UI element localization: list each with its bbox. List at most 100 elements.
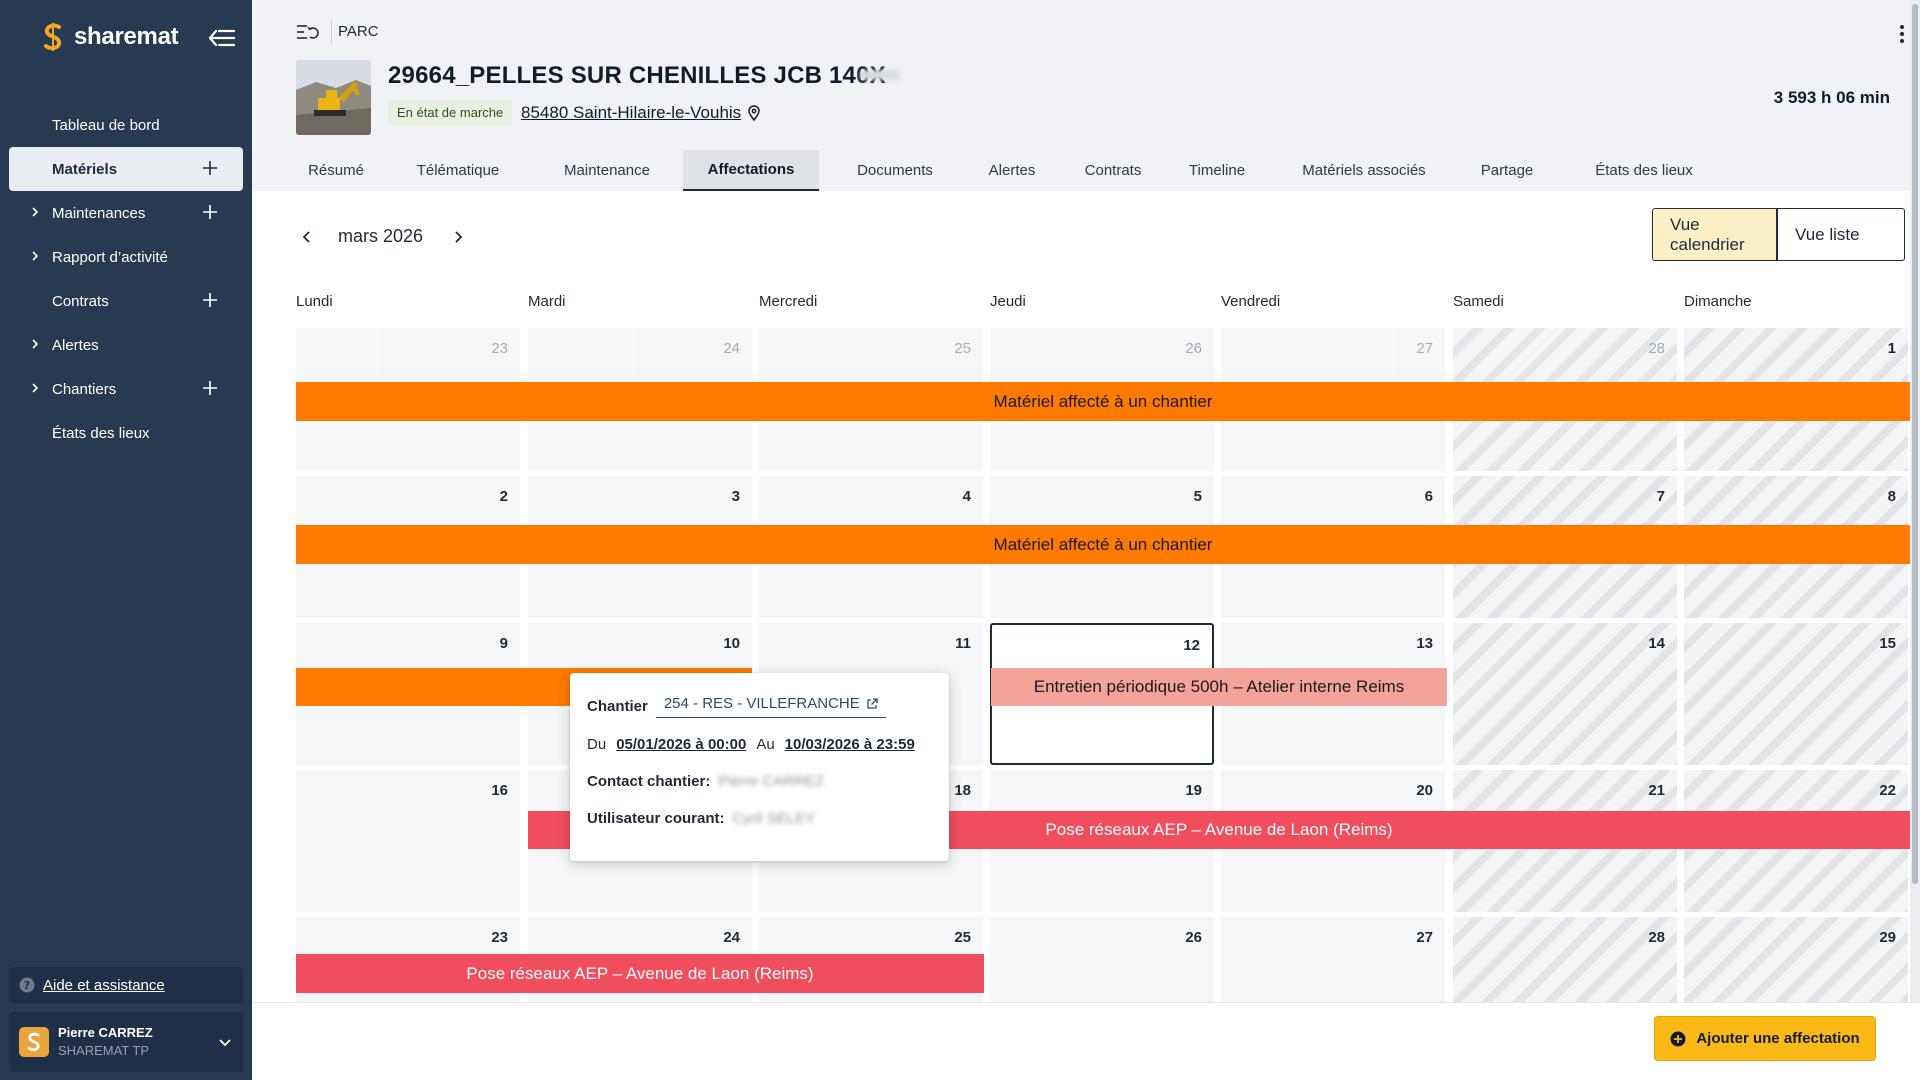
sidebar-item-label: Tableau de bord: [52, 116, 160, 134]
day-number: 20: [1416, 782, 1433, 799]
page-header: PARC 29664_PELLES SUR CHENILLES JCB 140X…: [252, 0, 1920, 191]
weekday-label: Vendredi: [1221, 293, 1281, 310]
chevron-right-icon: [32, 251, 39, 261]
popover-user-row: Utilisateur courant: Cyril SELEY: [587, 810, 815, 827]
next-month-icon[interactable]: [448, 227, 468, 247]
location-link[interactable]: 85480 Saint-Hilaire-le-Vouhis: [521, 103, 761, 123]
day-cell[interactable]: 27: [1221, 917, 1445, 1002]
list-view-button[interactable]: Vue liste: [1778, 209, 1904, 260]
add-assignment-label: Ajouter une affectation: [1696, 1030, 1860, 1047]
tab-resume[interactable]: Résumé: [290, 150, 382, 191]
external-link-icon: [867, 697, 878, 709]
day-cell[interactable]: 14: [1453, 623, 1677, 765]
day-cell[interactable]: 28: [1453, 917, 1677, 1002]
sidebar-item-chantiers[interactable]: Chantiers: [0, 367, 252, 411]
calendar-view-button[interactable]: Vue calendrier: [1653, 209, 1778, 260]
map-pin-icon: [748, 105, 760, 121]
more-options-icon[interactable]: [1899, 24, 1905, 44]
tab-affectations[interactable]: Affectations: [683, 150, 819, 191]
day-number: 26: [1185, 929, 1202, 946]
day-number: 2: [499, 488, 508, 505]
tab-partage[interactable]: Partage: [1462, 150, 1552, 191]
user-menu[interactable]: Pierre CARREZ SHAREMAT TP: [9, 1012, 243, 1072]
sidebar-item-dashboard[interactable]: Tableau de bord: [0, 103, 252, 147]
sidebar: sharemat Tableau de bord Matériels Maint…: [0, 0, 252, 1080]
sidebar-item-label: Alertes: [52, 336, 99, 354]
sidebar-item-etats-des-lieux[interactable]: États des lieux: [0, 411, 252, 455]
add-maintenance-icon[interactable]: [202, 204, 218, 220]
previous-month-icon[interactable]: [297, 227, 317, 247]
popover-dates-row: Du 05/01/2026 à 00:00 Au 10/03/2026 à 23…: [587, 736, 915, 753]
divider: [331, 20, 332, 44]
event-bar-assignment[interactable]: Matériel affecté à un chantier: [296, 382, 1910, 421]
sidebar-item-maintenances[interactable]: Maintenances: [0, 191, 252, 235]
chevron-down-icon[interactable]: [217, 1034, 233, 1050]
end-date-link[interactable]: 10/03/2026 à 23:59: [785, 736, 915, 753]
chantier-link[interactable]: 254 - RES - VILLEFRANCHE: [655, 695, 886, 718]
day-cell[interactable]: 26: [990, 917, 1214, 1002]
help-icon: ?: [19, 977, 35, 993]
add-contrat-icon[interactable]: [202, 292, 218, 308]
add-chantier-icon[interactable]: [202, 380, 218, 396]
help-label: Aide et assistance: [43, 976, 165, 994]
help-link[interactable]: ? Aide et assistance: [9, 967, 243, 1003]
day-number: 11: [955, 635, 971, 652]
tab-timeline[interactable]: Timeline: [1170, 150, 1264, 191]
tab-contrats[interactable]: Contrats: [1066, 150, 1160, 191]
status-badge: En état de marche: [388, 100, 513, 125]
brand-name: sharemat: [74, 23, 179, 50]
sidebar-item-label: Matériels: [52, 160, 118, 178]
day-number: 18: [954, 782, 971, 799]
scrollbar[interactable]: [1910, 0, 1920, 1002]
history-menu-icon[interactable]: [296, 22, 320, 42]
event-bar-maintenance[interactable]: Entretien périodique 500h – Atelier inte…: [991, 668, 1447, 706]
tab-documents[interactable]: Documents: [832, 150, 958, 191]
day-number: 10: [723, 635, 740, 652]
sidebar-nav: Tableau de bord Matériels Maintenances R…: [0, 103, 252, 455]
tab-alertes[interactable]: Alertes: [970, 150, 1054, 191]
breadcrumb[interactable]: PARC: [338, 23, 379, 40]
day-number: 6: [1424, 488, 1433, 505]
brand-logo[interactable]: sharemat: [40, 22, 179, 52]
sidebar-item-label: Maintenances: [52, 204, 146, 222]
popover-contact-label: Contact chantier:: [587, 773, 711, 790]
popover-chantier-label: Chantier: [587, 698, 648, 715]
day-number: 28: [1648, 929, 1665, 946]
weekday-label: Mardi: [528, 293, 566, 310]
day-cell[interactable]: 15: [1684, 623, 1908, 765]
sidebar-item-contrats[interactable]: Contrats: [0, 279, 252, 323]
day-number: 8: [1887, 488, 1896, 505]
day-cell[interactable]: 16: [296, 770, 520, 912]
tab-etats-des-lieux[interactable]: États des lieux: [1572, 150, 1716, 191]
event-bar-chantier[interactable]: Pose réseaux AEP – Avenue de Laon (Reims…: [296, 954, 984, 993]
day-number: 28: [1648, 340, 1665, 357]
sharemat-logo-icon: [27, 1032, 40, 1052]
tab-telematique[interactable]: Télématique: [392, 150, 524, 191]
day-number: 24: [723, 929, 740, 946]
day-cell[interactable]: 29: [1684, 917, 1908, 1002]
tab-maintenance[interactable]: Maintenance: [544, 150, 670, 191]
popover-contact-row: Contact chantier: Pierre CARREZ: [587, 773, 824, 790]
start-date-link[interactable]: 05/01/2026 à 00:00: [616, 736, 746, 753]
add-assignment-button[interactable]: Ajouter une affectation: [1654, 1016, 1876, 1061]
day-number: 13: [1416, 635, 1433, 652]
sidebar-item-materiels[interactable]: Matériels: [9, 147, 243, 191]
event-bar-assignment[interactable]: Matériel affecté à un chantier: [296, 525, 1910, 564]
sidebar-item-label: Contrats: [52, 292, 109, 310]
add-materiel-icon[interactable]: [202, 160, 218, 176]
tab-materiels-associes[interactable]: Matériels associés: [1274, 150, 1454, 191]
day-number: 23: [491, 340, 508, 357]
sidebar-item-rapport-activite[interactable]: Rapport d’activité: [0, 235, 252, 279]
sidebar-item-alertes[interactable]: Alertes: [0, 323, 252, 367]
sharemat-logo-icon: [44, 23, 62, 51]
collapse-sidebar-icon[interactable]: [208, 26, 236, 50]
day-number: 27: [1416, 340, 1433, 357]
plus-circle-icon: [1670, 1031, 1686, 1046]
popover-chantier-row: Chantier 254 - RES - VILLEFRANCHE: [587, 695, 886, 718]
popover-user-value: Cyril SELEY: [732, 810, 816, 827]
chevron-right-icon: [32, 383, 39, 393]
day-number: 12: [1183, 637, 1200, 654]
sidebar-item-label: États des lieux: [52, 424, 150, 442]
scrollbar-thumb[interactable]: [1912, 4, 1918, 884]
day-number: 7: [1656, 488, 1665, 505]
